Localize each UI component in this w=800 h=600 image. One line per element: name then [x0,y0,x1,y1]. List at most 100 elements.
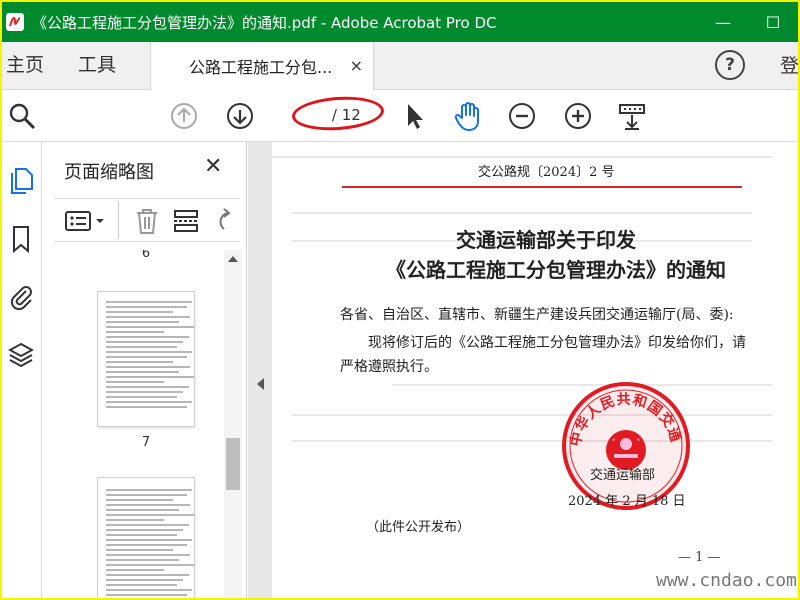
panel-collapse-strip[interactable] [248,142,272,598]
document-title-line2: 《公路工程施工分包管理办法》的通知 [386,258,726,282]
options-menu-icon[interactable] [64,209,108,237]
thumbnail-text-line [106,306,187,308]
page-down-icon[interactable] [224,100,256,132]
thumbnail-text-line [106,539,193,541]
document-note: （此件公开发布） [366,520,471,535]
thumbnail-text-line [106,509,179,511]
thumbnail-label: 7 [141,435,151,450]
document-view[interactable]: 交公路规〔2024〕2 号 交通运输部关于印发 《公路工程施工分包管理办法》的通… [272,142,798,598]
help-button[interactable]: ? [715,50,745,80]
thumbnail-text-line [106,336,189,338]
scroll-up-arrow-icon[interactable] [228,256,238,262]
bleed-through-line [272,156,772,158]
thumbnail-text-line [106,381,164,383]
thumbnail-text-line [106,559,179,561]
site-watermark: www.cndao.com [656,570,797,591]
thumbnails-panel: 页面缩略图 ✕ 6 7 [42,142,247,598]
thumbnail-text-line [106,529,183,531]
title-bar: 《公路工程施工分包管理办法》的通知.pdf - Adobe Acrobat Pr… [2,2,798,42]
close-panel-button[interactable]: ✕ [204,154,222,179]
tab-home[interactable]: 主页 [6,42,44,90]
thumbnail-text-line [106,569,164,571]
rotate-page-icon[interactable] [214,207,234,239]
thumbnail-text-line [106,311,174,313]
thumbnail-text-line [106,519,164,521]
document-body-line2: 严格遵照执行。 [340,359,438,375]
document-number: 交公路规〔2024〕2 号 [478,165,615,180]
thumbnail-text-line [106,396,178,398]
thumbnail-text-line [106,341,183,343]
thumbnail-text-line [106,346,178,348]
thumbnail-text-line [106,554,191,556]
thumbnail-page-7[interactable] [98,292,194,426]
thumbnail-text-line [106,489,193,491]
tab-bar: 主页 工具 公路工程施工分包... × ? 登 [2,42,798,90]
document-date: 2024 年 2 月 18 日 [568,494,686,509]
layers-icon[interactable] [6,340,36,370]
thumbnail-text-line [106,589,193,591]
document-title-line1: 交通运输部关于印发 [456,228,636,252]
tab-document[interactable]: 公路工程施工分包... × [150,42,374,90]
close-tab-button[interactable]: × [350,56,363,75]
bleed-through-line [292,440,772,442]
zoom-in-icon[interactable] [562,100,594,132]
thumbnail-text-line [106,594,187,596]
thumbnail-text-line [106,564,194,566]
divider [118,201,119,239]
thumbnail-text-line [106,499,174,501]
thumbnail-text-line [106,301,193,303]
bleed-through-line [292,212,752,214]
thumbnail-text-line [106,316,191,318]
search-icon[interactable] [6,100,38,132]
window-title: 《公路工程施工分包管理办法》的通知.pdf - Adobe Acrobat Pr… [32,13,497,32]
page-thumbnails-icon[interactable] [6,166,36,196]
red-divider [342,186,742,188]
acrobat-window: 《公路工程施工分包管理办法》的通知.pdf - Adobe Acrobat Pr… [2,2,798,598]
panel-toolbar [54,198,240,242]
thumbnail-scrollbar[interactable] [224,250,242,598]
thumbnail-text-line [106,356,187,358]
select-cursor-icon[interactable] [398,100,430,132]
thumbnail-text-line [106,514,194,516]
thumbnail-text-line [106,584,178,586]
attachments-icon[interactable] [6,282,36,312]
thumbnail-text-line [106,549,174,551]
page-up-icon[interactable] [168,100,200,132]
page-footer: — 1 — [678,550,721,565]
document-body-line1: 现将修订后的《公路工程施工分包管理办法》印发给你们，请 [368,335,746,351]
insert-page-icon[interactable] [172,207,200,239]
collapse-arrow-icon[interactable] [257,378,264,390]
maximize-button[interactable]: ☐ [748,2,798,42]
reading-mode-icon[interactable] [616,100,648,132]
thumbnail-text-line [106,534,178,536]
sign-in-button[interactable]: 登 [780,42,798,90]
thumbnail-text-line [106,406,187,408]
zoom-out-icon[interactable] [506,100,538,132]
thumbnail-text-line [106,524,189,526]
thumbnail-text-line [106,351,193,353]
delete-page-icon[interactable] [134,207,160,239]
hand-tool-icon[interactable] [452,100,484,132]
tab-tools[interactable]: 工具 [78,42,116,90]
thumbnail-text-line [106,391,183,393]
minimize-button[interactable]: — [698,2,748,42]
navigation-rail [2,142,42,598]
toolbar: / 12 [2,90,798,142]
thumbnail-text-line [106,386,189,388]
thumbnail-text-line [106,371,179,373]
thumbnail-text-line [106,321,179,323]
thumbnail-list: 6 7 [42,250,247,598]
thumbnail-text-line [106,361,174,363]
thumbnail-label: 6 [141,250,151,261]
thumbnail-text-line [106,326,194,328]
bleed-through-line [292,414,772,416]
document-issuer: 交通运输部 [590,468,656,483]
bookmarks-icon[interactable] [6,224,36,254]
thumbnail-text-line [106,494,187,496]
document-tab-label: 公路工程施工分包... [189,58,333,77]
document-recipients: 各省、自治区、直辖市、新疆生产建设兵团交通运输厅(局、委): [340,307,734,323]
scrollbar-thumb[interactable] [226,438,240,490]
panel-title: 页面缩略图 [64,162,154,183]
thumbnail-page-8[interactable] [98,478,194,598]
thumbnail-text-line [106,366,191,368]
